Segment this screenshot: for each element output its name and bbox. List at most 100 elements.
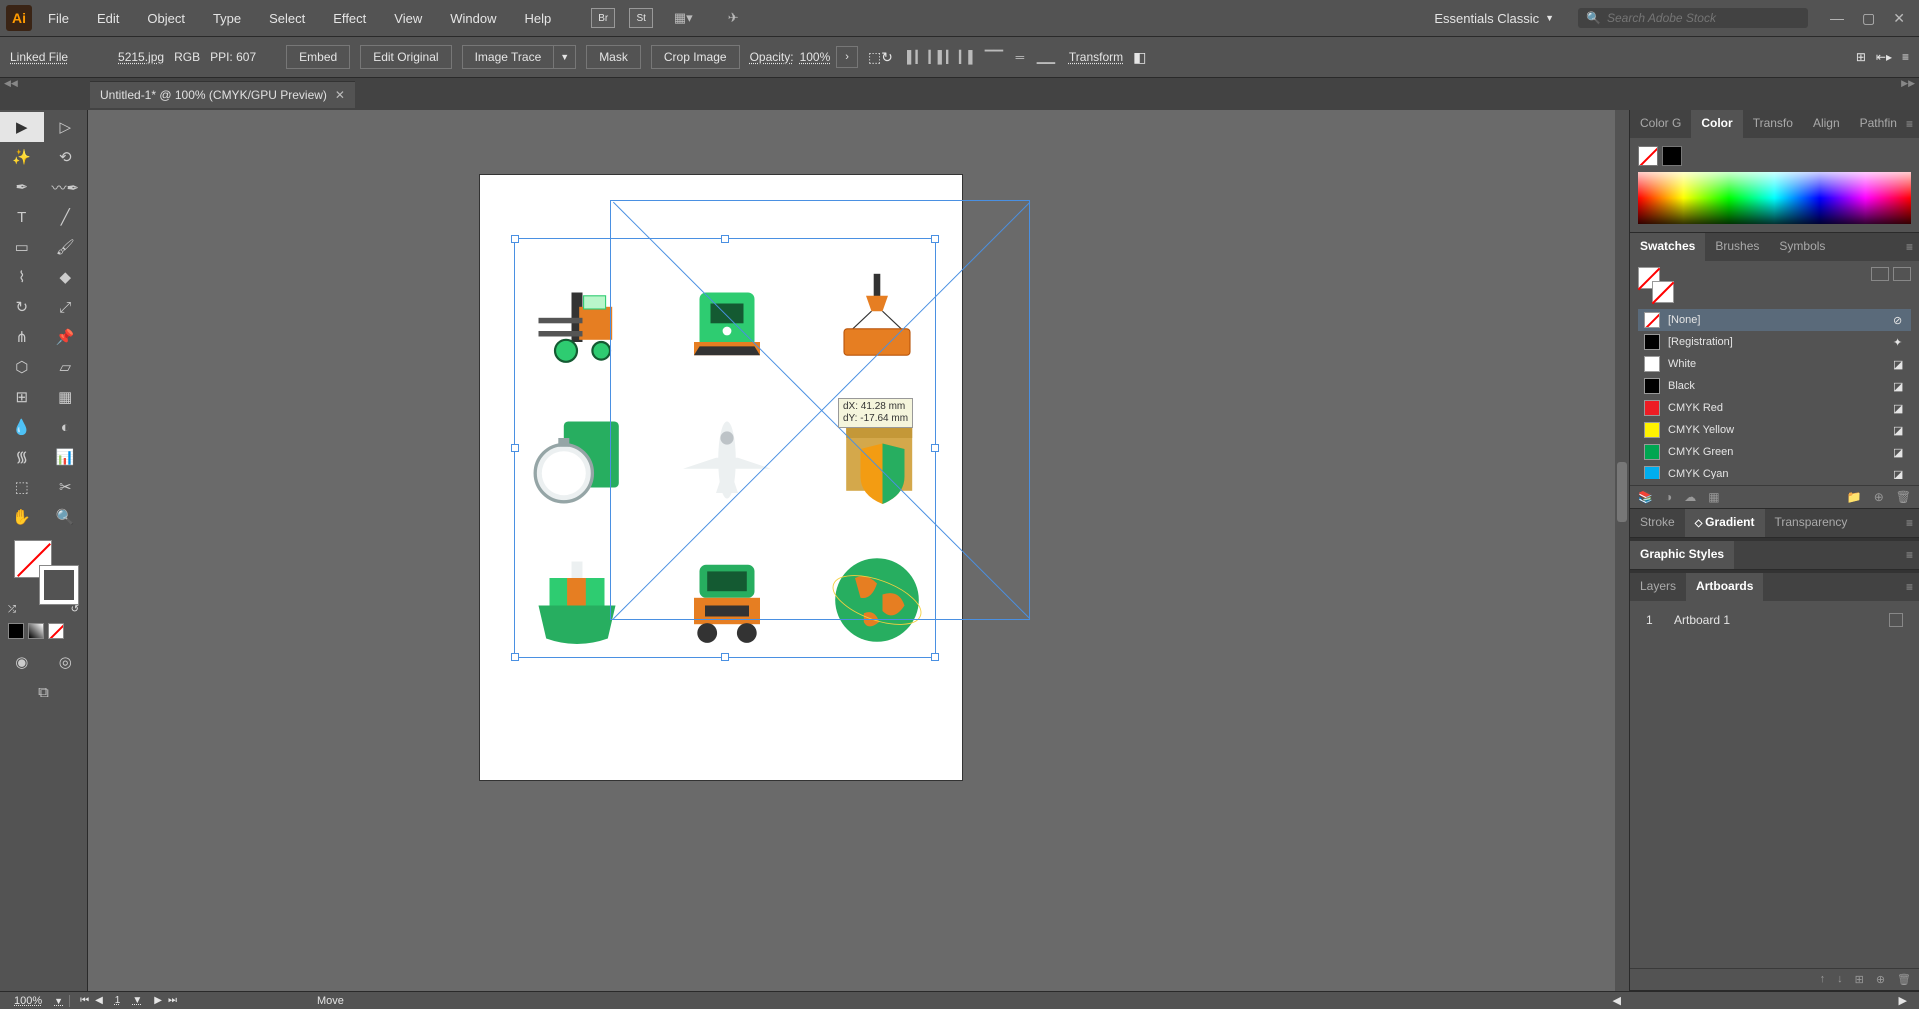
handle-top-left[interactable] xyxy=(511,235,519,243)
draw-behind-icon[interactable]: ◎ xyxy=(44,647,88,677)
opacity-value[interactable]: 100% xyxy=(800,50,831,64)
color-spectrum[interactable] xyxy=(1638,172,1911,224)
document-tab[interactable]: Untitled-1* @ 100% (CMYK/GPU Preview) ✕ xyxy=(90,81,355,108)
tab-pathfinder[interactable]: Pathfin xyxy=(1850,110,1907,138)
gradient-tool[interactable]: ▦ xyxy=(44,382,88,412)
menu-edit[interactable]: Edit xyxy=(85,5,131,32)
edit-original-button[interactable]: Edit Original xyxy=(360,45,451,69)
mask-button[interactable]: Mask xyxy=(586,45,641,69)
isolate-icon[interactable]: ◧ xyxy=(1133,49,1146,66)
handle-bottom-right[interactable] xyxy=(931,653,939,661)
stroke-swatch[interactable] xyxy=(40,566,78,604)
handle-mid-right[interactable] xyxy=(931,444,939,452)
swatch-item-none[interactable]: [None]⊘ xyxy=(1638,309,1911,331)
tab-graphic-styles[interactable]: Graphic Styles xyxy=(1630,541,1734,569)
menu-view[interactable]: View xyxy=(382,5,434,32)
tab-transparency[interactable]: Transparency xyxy=(1765,509,1858,537)
panel-menu-icon[interactable]: ≡ xyxy=(1906,580,1913,594)
new-group-icon[interactable]: 📁 xyxy=(1847,490,1862,504)
paintbrush-tool[interactable]: 🖌 xyxy=(44,232,88,262)
workspace-dropdown[interactable]: Essentials Classic▼ xyxy=(1424,7,1564,30)
direct-selection-tool[interactable]: ▷ xyxy=(44,112,88,142)
eraser-tool[interactable]: ◆ xyxy=(44,262,88,292)
first-artboard-icon[interactable]: ⏮ xyxy=(80,995,89,1006)
gradient-mode-button[interactable] xyxy=(28,623,44,639)
fill-stroke-swatches[interactable] xyxy=(14,540,74,600)
swatch-options-icon[interactable]: ☁ xyxy=(1684,490,1696,504)
swatch-item-green[interactable]: CMYK Green◪ xyxy=(1638,441,1911,463)
hscroll-right-icon[interactable]: ▶ xyxy=(1899,994,1907,1007)
panel-menu-icon[interactable]: ≡ xyxy=(1906,516,1913,530)
lasso-tool[interactable]: ⟲ xyxy=(44,142,88,172)
align-left-icon[interactable]: ▌▎ xyxy=(903,44,929,70)
handle-bottom-center[interactable] xyxy=(721,653,729,661)
menu-help[interactable]: Help xyxy=(512,5,563,32)
tab-gradient[interactable]: ◇ Gradient xyxy=(1685,509,1765,537)
menu-window[interactable]: Window xyxy=(438,5,508,32)
stock-search[interactable]: 🔍 xyxy=(1578,8,1808,28)
menu-object[interactable]: Object xyxy=(135,5,197,32)
tab-stroke[interactable]: Stroke xyxy=(1630,509,1685,537)
swatch-item-yellow[interactable]: CMYK Yellow◪ xyxy=(1638,419,1911,441)
image-trace-dropdown[interactable]: ▼ xyxy=(553,45,576,69)
magic-wand-tool[interactable]: ✨ xyxy=(0,142,44,172)
slice-tool[interactable]: ✂ xyxy=(44,472,88,502)
artboard-number-dropdown[interactable]: 1▼ xyxy=(109,995,148,1006)
next-artboard-icon[interactable]: ▶ xyxy=(154,995,162,1006)
perspective-tool[interactable]: ▱ xyxy=(44,352,88,382)
hand-tool[interactable]: ✋ xyxy=(0,502,44,532)
shaper-tool[interactable]: ⌇ xyxy=(0,262,44,292)
align-bottom-icon[interactable]: ▁▁ xyxy=(1033,44,1059,70)
color-mode-button[interactable] xyxy=(8,623,24,639)
new-artboard-icon[interactable]: ⊕ xyxy=(1876,973,1885,986)
zoom-tool[interactable]: 🔍 xyxy=(44,502,88,532)
delete-swatch-icon[interactable]: 🗑 xyxy=(1896,490,1911,504)
close-icon[interactable]: ✕ xyxy=(1893,10,1905,27)
tab-transform[interactable]: Transfo xyxy=(1743,110,1803,138)
mesh-tool[interactable]: ⊞ xyxy=(0,382,44,412)
tab-color-guide[interactable]: Color G xyxy=(1630,110,1691,138)
linked-file-label[interactable]: Linked File xyxy=(10,50,68,64)
default-fill-stroke-icon[interactable]: ↺ xyxy=(71,604,79,615)
artboard-tool[interactable]: ⬚ xyxy=(0,472,44,502)
swatch-item-cyan[interactable]: CMYK Cyan◪ xyxy=(1638,463,1911,479)
menu-select[interactable]: Select xyxy=(257,5,317,32)
swatch-kind-icon[interactable]: ◑ xyxy=(1665,490,1672,504)
artboard-nav-down-icon[interactable]: ↓ xyxy=(1837,973,1843,986)
free-transform-tool[interactable]: 📌 xyxy=(44,322,88,352)
image-trace-button[interactable]: Image Trace xyxy=(462,45,554,69)
eyedropper-tool[interactable]: 💧 xyxy=(0,412,44,442)
swatch-list-view-icon[interactable] xyxy=(1871,267,1889,281)
line-tool[interactable]: ╱ xyxy=(44,202,88,232)
swatch-item-registration[interactable]: [Registration]✦ xyxy=(1638,331,1911,353)
handle-top-right[interactable] xyxy=(931,235,939,243)
tab-layers[interactable]: Layers xyxy=(1630,573,1686,601)
swatch-grid-view-icon[interactable] xyxy=(1893,267,1911,281)
tab-swatches[interactable]: Swatches xyxy=(1630,233,1705,261)
swap-fill-stroke-icon[interactable]: ⤮ xyxy=(8,604,16,615)
artboard-options-icon[interactable] xyxy=(1889,613,1903,627)
arrange-docs-icon[interactable]: ▦▾ xyxy=(671,6,695,30)
align-top-icon[interactable]: ▔▔ xyxy=(981,44,1007,70)
delete-artboard-icon[interactable]: 🗑 xyxy=(1897,973,1911,986)
selection-bounding-box[interactable] xyxy=(514,238,936,658)
handle-top-center[interactable] xyxy=(721,235,729,243)
transform-link[interactable]: Transform xyxy=(1069,50,1123,64)
swatch-item-black[interactable]: Black◪ xyxy=(1638,375,1911,397)
scale-tool[interactable]: ⤢ xyxy=(44,292,88,322)
selection-tool[interactable]: ▶ xyxy=(0,112,44,142)
align-hcenter-icon[interactable]: ▎▌▎ xyxy=(929,44,955,70)
opacity-more-button[interactable]: › xyxy=(836,46,858,68)
crop-image-button[interactable]: Crop Image xyxy=(651,45,740,69)
symbol-sprayer-tool[interactable]: ᯾ xyxy=(0,442,44,472)
rearrange-icon[interactable]: ⊞ xyxy=(1855,973,1864,986)
shape-builder-tool[interactable]: ⬡ xyxy=(0,352,44,382)
rotate-tool[interactable]: ↻ xyxy=(0,292,44,322)
pen-tool[interactable]: ✒ xyxy=(0,172,44,202)
maximize-icon[interactable]: ▢ xyxy=(1862,10,1875,27)
zoom-dropdown[interactable]: 100%▼ xyxy=(8,995,70,1007)
tab-color[interactable]: Color xyxy=(1691,110,1742,138)
vertical-scrollbar[interactable] xyxy=(1615,110,1629,991)
panel-menu-icon[interactable]: ≡ xyxy=(1906,240,1913,254)
gpu-icon[interactable]: ✈ xyxy=(721,6,745,30)
